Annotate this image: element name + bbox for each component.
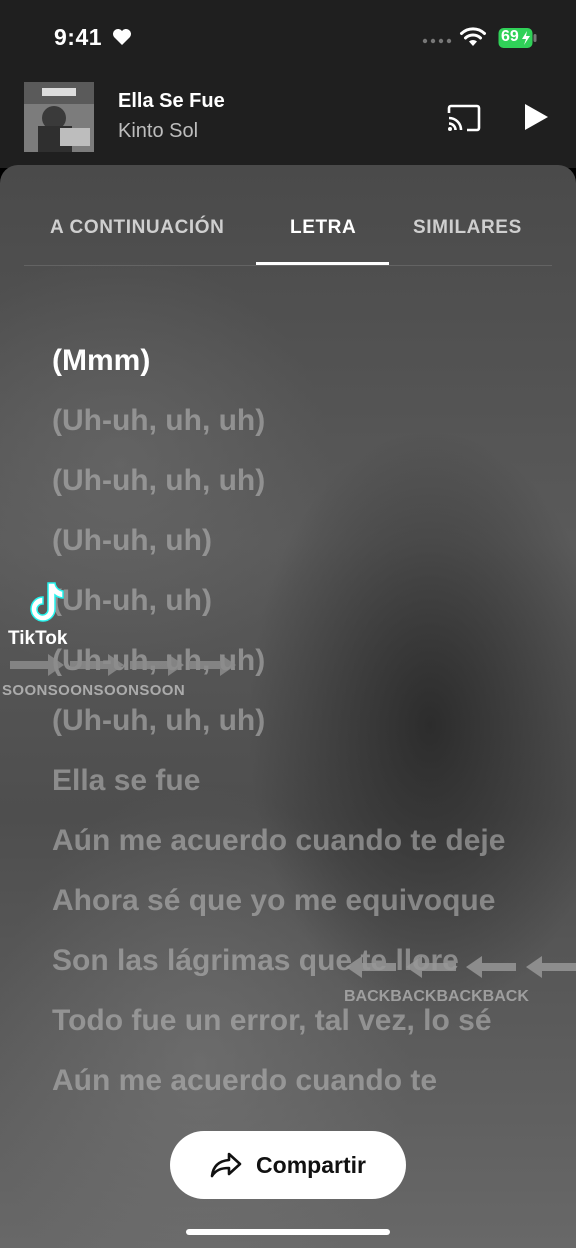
back-watermark-text: BACKBACKBACKBACK bbox=[344, 988, 529, 1005]
lyric-line-active: (Mmm) bbox=[52, 344, 151, 377]
cast-icon[interactable] bbox=[446, 104, 482, 132]
home-indicator[interactable] bbox=[186, 1229, 390, 1235]
tab-up-next[interactable]: A CONTINUACIÓN bbox=[50, 217, 224, 239]
arrow-left-icon bbox=[346, 956, 576, 978]
tiktok-watermark: TikTok SOONSOONSOONSOON bbox=[2, 580, 248, 700]
lyric-line: (Uh-uh, uh, uh) bbox=[52, 404, 266, 437]
cellular-signal-icon bbox=[422, 38, 452, 44]
share-icon bbox=[210, 1152, 242, 1178]
battery-indicator: 69 bbox=[498, 27, 538, 49]
lyrics-sheet: A CONTINUACIÓN LETRA SIMILARES (Mmm) (Uh… bbox=[0, 165, 576, 1248]
lyric-line: (Uh-uh, uh, uh) bbox=[52, 464, 266, 497]
tiktok-logo-icon bbox=[30, 582, 64, 622]
tiktok-label: TikTok bbox=[8, 628, 68, 649]
lyric-line: (Uh-uh, uh, uh) bbox=[52, 704, 266, 737]
tab-selected-indicator bbox=[256, 262, 389, 265]
share-button[interactable]: Compartir bbox=[170, 1131, 406, 1199]
status-time: 9:41 bbox=[54, 24, 103, 50]
track-artist[interactable]: Kinto Sol bbox=[118, 120, 198, 143]
share-button-label: Compartir bbox=[256, 1151, 366, 1178]
tab-related[interactable]: SIMILARES bbox=[413, 217, 522, 239]
album-art[interactable] bbox=[24, 82, 94, 152]
lyric-line: Ahora sé que yo me equivoque bbox=[52, 884, 496, 917]
play-icon[interactable] bbox=[522, 102, 550, 132]
tab-lyrics[interactable]: LETRA bbox=[290, 217, 356, 239]
lyric-line: Aún me acuerdo cuando te bbox=[52, 1064, 438, 1097]
arrow-right-icon bbox=[10, 654, 236, 676]
status-bar: 9:41 69 bbox=[0, 0, 576, 78]
lyric-line: (Uh-uh, uh) bbox=[52, 524, 212, 557]
tab-bar: A CONTINUACIÓN LETRA SIMILARES bbox=[24, 165, 552, 266]
track-title[interactable]: Ella Se Fue bbox=[118, 90, 225, 113]
album-art-image bbox=[24, 82, 94, 152]
soon-watermark-text: SOONSOONSOONSOON bbox=[2, 682, 186, 699]
mini-player[interactable]: Ella Se Fue Kinto Sol bbox=[0, 78, 576, 168]
heart-icon bbox=[113, 29, 131, 45]
back-watermark: BACKBACKBACKBACK bbox=[344, 950, 576, 1010]
wifi-icon bbox=[460, 27, 486, 46]
lyric-line: Aún me acuerdo cuando te deje bbox=[52, 824, 506, 857]
lyric-line: Ella se fue bbox=[52, 764, 201, 797]
battery-percentage: 69 bbox=[501, 28, 519, 45]
